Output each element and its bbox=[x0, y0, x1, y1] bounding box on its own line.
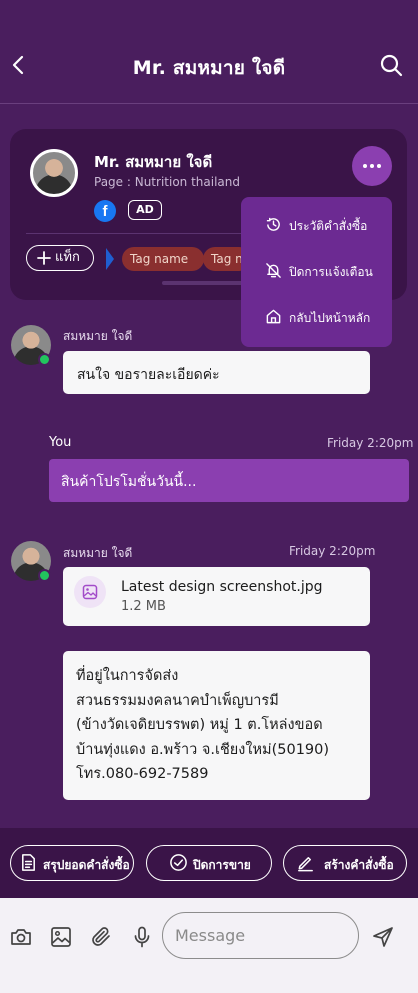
action-label: สร้างคำสั่งซื้อ bbox=[324, 858, 394, 872]
online-status-dot bbox=[38, 569, 51, 582]
pen-icon bbox=[298, 856, 313, 872]
message-time: Friday 2:20pm bbox=[327, 436, 414, 450]
menu-item-label: กลับไปหน้าหลัก bbox=[289, 311, 371, 325]
message-sender: สมหมาย ใจดี bbox=[63, 546, 133, 560]
image-icon[interactable] bbox=[49, 925, 73, 949]
add-tag-button[interactable]: แท็ก bbox=[26, 245, 94, 271]
file-name: Latest design screenshot.jpg bbox=[121, 579, 323, 595]
check-circle-icon bbox=[170, 854, 187, 871]
add-tag-label: แท็ก bbox=[55, 250, 80, 265]
options-menu: ประวัติคำสั่งซื้อ ปิดการแจ้งเตือน กลับไป… bbox=[241, 197, 392, 347]
action-label: สรุปยอดคำสั่งซื้อ bbox=[43, 858, 130, 872]
tag-scroll-indicator bbox=[106, 248, 114, 270]
message-time: Friday 2:20pm bbox=[289, 544, 376, 558]
profile-name: Mr. สมหมาย ใจดี bbox=[94, 153, 213, 171]
send-icon[interactable] bbox=[371, 925, 395, 949]
message-bubble[interactable]: สนใจ ขอรายละเอียดค่ะ bbox=[63, 351, 370, 394]
search-icon[interactable] bbox=[379, 53, 403, 77]
online-status-dot bbox=[38, 353, 51, 366]
address-line: โทร.080-692-7589 bbox=[76, 766, 209, 782]
paperclip-icon[interactable] bbox=[89, 925, 113, 949]
file-attachment[interactable]: Latest design screenshot.jpg 1.2 MB bbox=[63, 567, 370, 626]
tag-scrollbar[interactable] bbox=[162, 281, 252, 285]
facebook-icon: f bbox=[94, 200, 116, 222]
menu-item-label: ประวัติคำสั่งซื้อ bbox=[289, 219, 368, 233]
avatar bbox=[30, 149, 78, 197]
camera-icon[interactable] bbox=[9, 925, 33, 949]
more-dot bbox=[370, 164, 374, 168]
menu-item-label: ปิดการแจ้งเตือน bbox=[289, 265, 373, 279]
message-sender: สมหมาย ใจดี bbox=[63, 329, 133, 343]
close-sale-button[interactable]: ปิดการขาย bbox=[146, 845, 272, 881]
menu-item-order-history[interactable]: ประวัติคำสั่งซื้อ bbox=[241, 205, 392, 245]
address-line: บ้านทุ่งแดง อ.พร้าว จ.เชียงใหม่(50190) bbox=[76, 741, 330, 758]
menu-item-go-home[interactable]: กลับไปหน้าหลัก bbox=[241, 297, 392, 337]
create-order-button[interactable]: สร้างคำสั่งซื้อ bbox=[283, 845, 407, 881]
message-sender: You bbox=[49, 435, 72, 450]
tag-chip[interactable]: Tag name bbox=[122, 247, 204, 271]
address-line: (ข้างวัดเจดิยบรรพต) หมู่ 1 ต.โหล่งขอด bbox=[76, 717, 323, 733]
bell-off-icon bbox=[266, 263, 281, 278]
menu-item-mute-notifications[interactable]: ปิดการแจ้งเตือน bbox=[241, 251, 392, 291]
message-text: สนใจ ขอรายละเอียดค่ะ bbox=[77, 367, 220, 383]
action-label: ปิดการขาย bbox=[193, 858, 251, 872]
address-line: สวนธรรมมงคลนาคบำเพ็ญบารมี bbox=[76, 692, 279, 709]
address-message-bubble[interactable]: ที่อยู่ในการจัดส่ง สวนธรรมมงคลนาคบำเพ็ญบ… bbox=[63, 651, 370, 800]
message-input[interactable] bbox=[162, 912, 359, 959]
history-icon bbox=[266, 217, 280, 231]
top-bar: Mr. สมหมาย ใจดี bbox=[0, 0, 418, 104]
file-size: 1.2 MB bbox=[121, 599, 166, 614]
microphone-icon[interactable] bbox=[130, 925, 154, 949]
order-summary-button[interactable]: สรุปยอดคำสั่งซื้อ bbox=[10, 845, 134, 881]
document-icon bbox=[22, 854, 35, 871]
more-dot bbox=[363, 164, 367, 168]
quick-actions-bar: สรุปยอดคำสั่งซื้อ ปิดการขาย สร้างคำสั่งซ… bbox=[0, 828, 418, 898]
profile-page: Page : Nutrition thailand bbox=[94, 175, 240, 189]
image-file-icon bbox=[74, 576, 106, 608]
message-composer bbox=[0, 898, 418, 993]
message-bubble[interactable]: สินค้าโปรโมชั่นวันนี้... bbox=[49, 459, 409, 502]
message-text: สินค้าโปรโมชั่นวันนี้... bbox=[61, 474, 197, 490]
more-options-button[interactable] bbox=[352, 146, 392, 186]
page-title: Mr. สมหมาย ใจดี bbox=[132, 57, 286, 79]
more-dot bbox=[377, 164, 381, 168]
address-line: ที่อยู่ในการจัดส่ง bbox=[76, 668, 179, 684]
plus-icon bbox=[37, 251, 51, 265]
home-icon bbox=[266, 309, 281, 324]
ad-badge: AD bbox=[128, 200, 162, 220]
